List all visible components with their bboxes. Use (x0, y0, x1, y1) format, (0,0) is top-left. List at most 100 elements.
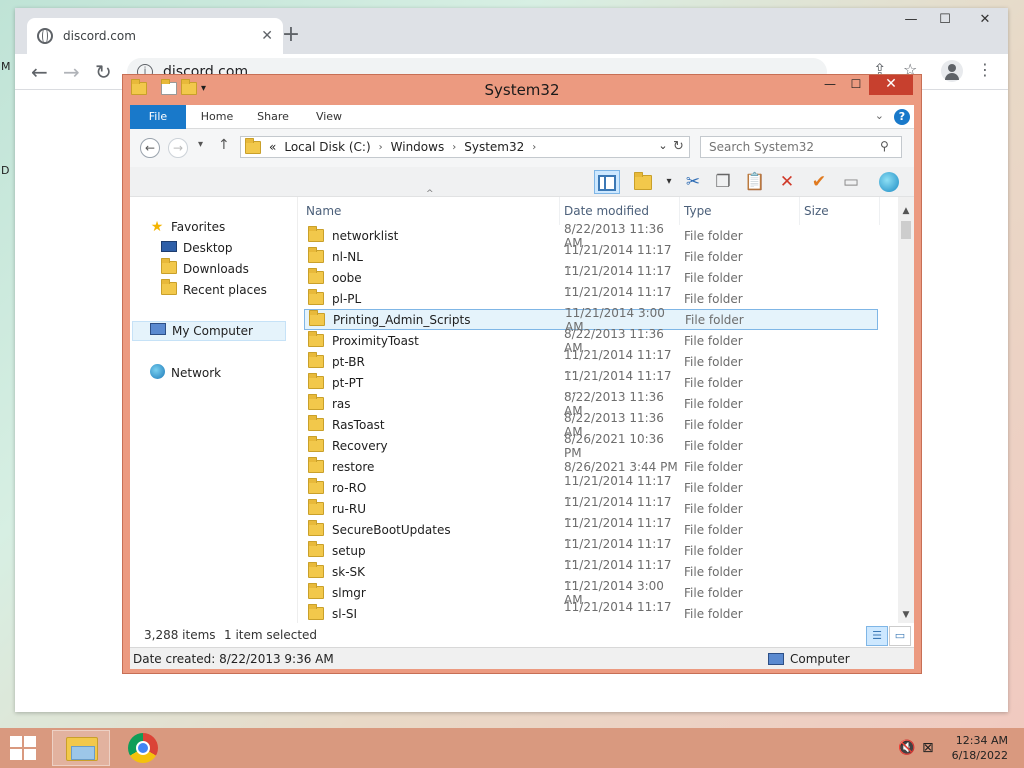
new-folder-dropdown-icon[interactable]: ▾ (656, 170, 682, 194)
folder-icon (308, 499, 324, 515)
nav-item-favorites[interactable]: ★ Favorites (148, 217, 226, 237)
delete-button[interactable]: ✕ (774, 170, 800, 194)
close-button[interactable]: ✕ (962, 8, 1008, 34)
navigation-pane-button[interactable] (594, 170, 620, 194)
tab-home[interactable]: Home (192, 105, 242, 129)
table-row[interactable]: Recovery 8/26/2021 10:36 PM File folder (304, 432, 878, 460)
breadcrumb-system32[interactable]: System32 (464, 140, 524, 154)
overflow-icon[interactable]: « (269, 140, 276, 154)
back-arrow-icon[interactable]: ← (31, 60, 48, 84)
column-header-size[interactable]: Size (800, 197, 880, 225)
column-header-name[interactable]: Name (302, 197, 560, 225)
back-button[interactable]: ← (140, 138, 160, 158)
copy-icon: ❐ (715, 172, 731, 192)
desktop-stray-text: M (1, 60, 11, 73)
file-name: pt-BR (332, 354, 365, 369)
file-name-cell: sk-SK (304, 562, 564, 579)
cut-button[interactable]: ✂ (680, 170, 706, 194)
network-status-icon[interactable]: ⊠ (922, 740, 934, 756)
tab-file[interactable]: File (130, 105, 186, 129)
reload-icon[interactable]: ↻ (95, 60, 112, 84)
copy-button[interactable]: ❐ (710, 170, 736, 194)
nav-item-my-computer[interactable]: My Computer (132, 321, 286, 341)
minimize-button[interactable]: — (817, 75, 843, 95)
chevron-right-icon[interactable]: › (532, 142, 536, 153)
expand-ribbon-icon[interactable]: ⌄ (875, 109, 884, 122)
file-name: slmgr (332, 585, 366, 600)
file-name-cell: RasToast (304, 415, 564, 432)
close-button[interactable]: ✕ (869, 75, 913, 95)
file-type: File folder (684, 585, 743, 600)
tab-share[interactable]: Share (248, 105, 298, 129)
downloads-folder-icon (160, 257, 178, 278)
forward-arrow-icon[interactable]: → (63, 60, 80, 84)
explorer-window: ▾ System32 — ☐ ✕ File Home Share View ⌄ … (122, 74, 922, 674)
column-header-type[interactable]: Type (680, 197, 800, 225)
minimize-button[interactable]: — (894, 8, 928, 34)
folder-icon (308, 226, 324, 242)
help-icon[interactable]: ? (894, 109, 910, 125)
file-name-cell: sl-SI (304, 604, 564, 621)
folder-icon (309, 310, 325, 326)
file-name-cell: slmgr (304, 583, 564, 600)
selection-count: 1 item selected (224, 628, 318, 642)
options-button[interactable] (876, 170, 902, 194)
breadcrumb-local-disk[interactable]: Local Disk (C:) (284, 140, 370, 154)
search-input[interactable] (700, 136, 902, 158)
nav-item-desktop[interactable]: Desktop (160, 238, 233, 258)
browser-tab[interactable]: discord.com ✕ (27, 18, 283, 54)
recent-places-icon (160, 278, 178, 299)
file-name: nl-NL (332, 249, 363, 264)
properties-button[interactable]: ✔ (806, 170, 832, 194)
file-type: File folder (684, 480, 743, 495)
file-name-cell: Recovery (304, 436, 564, 453)
volume-muted-icon[interactable]: 🔇 (898, 740, 915, 756)
tab-close-icon[interactable]: ✕ (261, 28, 273, 44)
file-name: setup (332, 543, 366, 558)
recent-locations-icon[interactable]: ▾ (198, 139, 203, 150)
system-clock[interactable]: 12:34 AM 6/18/2022 (952, 733, 1008, 763)
scroll-up-icon[interactable]: ▲ (898, 203, 914, 219)
file-type: File folder (684, 543, 743, 558)
nav-item-label: My Computer (172, 324, 253, 338)
start-button[interactable] (10, 736, 36, 760)
refresh-icon[interactable]: ↻ (668, 136, 690, 158)
file-type: File folder (684, 522, 743, 537)
search-icon[interactable]: ⚲ (880, 139, 889, 153)
new-tab-button[interactable]: + (277, 22, 305, 50)
desktop-stray-text: D (1, 164, 10, 177)
scrollbar-thumb[interactable] (901, 221, 911, 239)
up-arrow-icon[interactable]: ↑ (218, 137, 230, 153)
clock-time: 12:34 AM (955, 734, 1008, 747)
table-row[interactable]: sl-SI 11/21/2014 11:17 ... File folder (304, 600, 878, 628)
maximize-button[interactable]: ☐ (928, 8, 962, 34)
file-name: SecureBootUpdates (332, 522, 451, 537)
breadcrumb-windows[interactable]: Windows (391, 140, 445, 154)
taskbar-file-explorer[interactable] (52, 730, 110, 766)
file-name: ro-RO (332, 480, 367, 495)
scroll-down-icon[interactable]: ▼ (898, 607, 914, 623)
menu-dots-icon[interactable]: ⋮ (977, 60, 993, 79)
file-name: pt-PT (332, 375, 364, 390)
large-icons-view-icon[interactable]: ▭ (889, 626, 911, 646)
explorer-titlebar[interactable]: ▾ System32 — ☐ ✕ (123, 75, 921, 105)
nav-item-network[interactable]: Network (148, 363, 221, 383)
paste-button[interactable]: 📋 (742, 170, 768, 194)
rename-icon: ▭ (842, 172, 860, 192)
vertical-scrollbar[interactable]: ▲ ▼ (898, 197, 914, 623)
chevron-right-icon[interactable]: › (452, 142, 456, 153)
nav-item-downloads[interactable]: Downloads (160, 257, 249, 279)
maximize-button[interactable]: ☐ (843, 75, 869, 95)
tab-view[interactable]: View (304, 105, 354, 129)
forward-button[interactable]: → (168, 138, 188, 158)
details-view-icon[interactable]: ☰ (866, 626, 888, 646)
taskbar-chrome[interactable] (114, 730, 172, 766)
chevron-right-icon[interactable]: › (379, 142, 383, 153)
windows-logo-icon (10, 736, 22, 747)
clipboard-icon: 📋 (744, 172, 766, 192)
address-field[interactable]: « Local Disk (C:) › Windows › System32 › (240, 136, 688, 158)
new-folder-button[interactable] (630, 170, 656, 194)
rename-button[interactable]: ▭ (838, 170, 864, 194)
nav-item-recent-places[interactable]: Recent places (160, 278, 267, 300)
profile-avatar-icon[interactable] (941, 60, 963, 82)
